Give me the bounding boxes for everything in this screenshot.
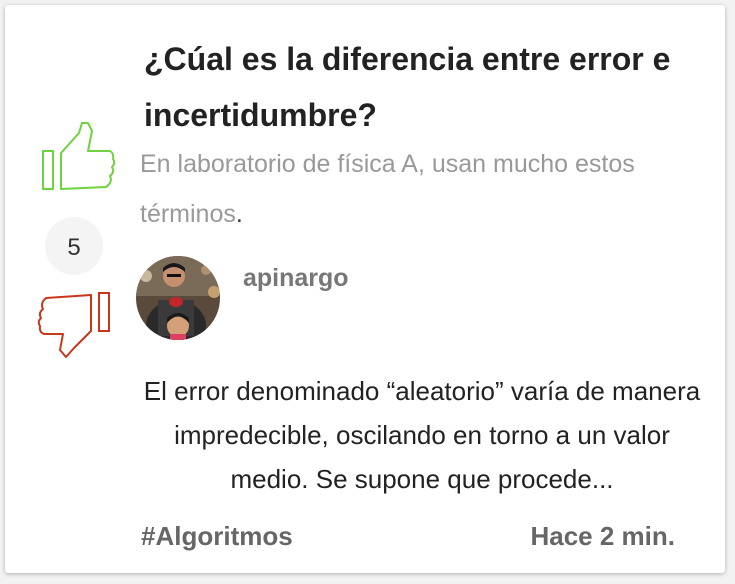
vote-count: 5 bbox=[67, 234, 81, 261]
category-tag[interactable]: #Algoritmos bbox=[141, 521, 293, 552]
vote-count-badge: 5 bbox=[45, 217, 103, 275]
author-name[interactable]: apinargo bbox=[243, 264, 349, 293]
question-title[interactable]: ¿Cúal es la diferencia entre error e inc… bbox=[144, 31, 714, 143]
question-description: En laboratorio de física A, usan mucho e… bbox=[140, 139, 660, 239]
question-description-text: En laboratorio de física A, usan mucho e… bbox=[140, 150, 635, 228]
answer-excerpt[interactable]: El error denominado “aleatorio” varía de… bbox=[142, 369, 702, 501]
avatar[interactable] bbox=[136, 256, 220, 340]
question-card[interactable]: 5 ¿Cúal es la diferencia entre error e i… bbox=[5, 5, 725, 573]
timestamp: Hace 2 min. bbox=[530, 521, 675, 551]
question-description-end: . bbox=[235, 200, 243, 228]
downvote-button[interactable] bbox=[36, 290, 116, 362]
avatar-image bbox=[136, 256, 220, 340]
thumbs-down-icon bbox=[37, 292, 110, 358]
vote-column: 5 bbox=[5, 5, 135, 573]
upvote-button[interactable] bbox=[40, 121, 120, 193]
thumbs-up-icon bbox=[42, 122, 116, 190]
